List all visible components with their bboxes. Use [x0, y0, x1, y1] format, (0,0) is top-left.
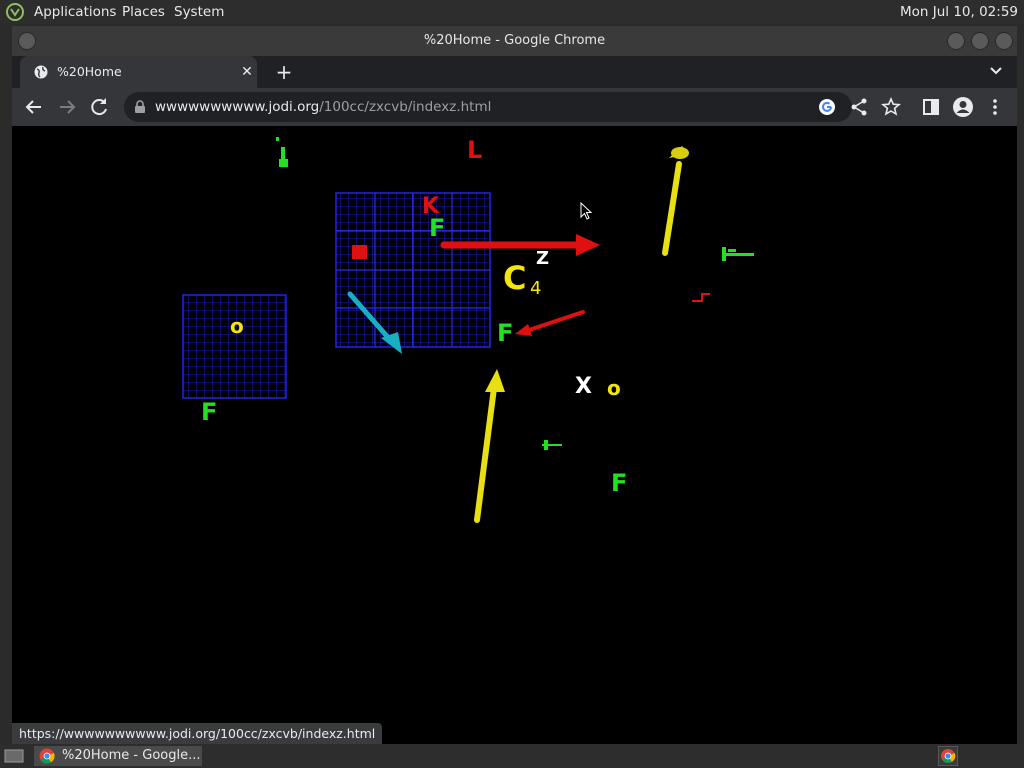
tab-home[interactable]: %20Home ✕: [20, 56, 257, 88]
chevron-down-icon[interactable]: [989, 64, 1003, 78]
blue-grid-large: [335, 192, 491, 348]
artwork-canvas: [182, 137, 754, 523]
close-tab-icon[interactable]: ✕: [237, 62, 257, 82]
status-bubble: https://wwwwwwwwww.jodi.org/100cc/zxcvb/…: [12, 723, 383, 744]
chrome-tray-icon[interactable]: [938, 746, 958, 766]
letter-x: X: [575, 374, 592, 399]
show-desktop-icon[interactable]: [4, 748, 24, 764]
letter-f: F: [611, 469, 628, 497]
lock-icon[interactable]: [134, 100, 146, 114]
letter-o: o: [230, 314, 244, 338]
window-title: %20Home - Google Chrome: [423, 33, 606, 48]
taskbar-chrome-window[interactable]: %20Home - Google...: [34, 746, 202, 766]
letter-l: L: [467, 136, 483, 164]
taskbar-window-label: %20Home - Google...: [62, 748, 201, 763]
minimize-icon[interactable]: [947, 32, 965, 50]
red-arrow-diagonal: [515, 310, 585, 336]
side-panel-icon[interactable]: [919, 95, 943, 119]
window-menu-icon[interactable]: [18, 32, 36, 50]
page-content: L K F C 4 Z F o F X o F https://wwwwwwww…: [12, 126, 1017, 744]
green-glyph-top: [276, 137, 288, 167]
profile-avatar-icon[interactable]: [951, 95, 975, 119]
letter-f: F: [497, 319, 514, 347]
forward-icon[interactable]: [55, 95, 79, 119]
red-step-glyph: [692, 293, 710, 302]
places-menu[interactable]: Places: [122, 4, 165, 20]
system-menu[interactable]: System: [174, 4, 224, 20]
url-text[interactable]: wwwwwwwwww.jodi.org/100cc/zxcvb/indexz.h…: [155, 99, 491, 115]
blue-grid-small: [182, 294, 287, 399]
applications-menu[interactable]: Applications: [34, 4, 116, 20]
close-window-icon[interactable]: [995, 32, 1013, 50]
new-tab-button[interactable]: +: [272, 60, 296, 84]
letter-o: o: [607, 376, 621, 400]
browser-window: %20Home - Google Chrome %20Home ✕ + wwww…: [12, 26, 1017, 744]
yellow-arrow-lower: [474, 369, 505, 523]
letter-c: C: [503, 259, 527, 297]
letter-f: F: [429, 214, 446, 242]
maximize-icon[interactable]: [971, 32, 989, 50]
green-glyph-right: [722, 247, 754, 261]
chrome-icon: [39, 748, 55, 764]
tab-title: %20Home: [57, 64, 122, 79]
distro-logo-icon[interactable]: [6, 3, 24, 21]
bookmark-star-icon[interactable]: [879, 95, 903, 119]
red-square: [352, 245, 367, 259]
green-glyph-small: [542, 440, 562, 450]
tab-strip: %20Home ✕ +: [12, 56, 1017, 88]
mouse-cursor-icon: [580, 202, 592, 220]
top-panel: Applications Places System Mon Jul 10, 0…: [0, 0, 1024, 24]
google-icon[interactable]: [815, 95, 839, 119]
globe-icon: [34, 65, 48, 79]
yellow-arrow-upper: [662, 146, 689, 256]
back-icon[interactable]: [22, 95, 46, 119]
address-bar[interactable]: wwwwwwwwww.jodi.org/100cc/zxcvb/indexz.h…: [124, 92, 852, 122]
more-menu-icon[interactable]: [983, 95, 1007, 119]
window-titlebar[interactable]: %20Home - Google Chrome: [12, 26, 1017, 56]
clock[interactable]: Mon Jul 10, 02:59: [900, 4, 1018, 20]
letter-f: F: [201, 398, 218, 426]
share-icon[interactable]: [847, 95, 871, 119]
reload-icon[interactable]: [87, 95, 111, 119]
letter-z: Z: [536, 248, 550, 269]
browser-toolbar: wwwwwwwwww.jodi.org/100cc/zxcvb/indexz.h…: [12, 88, 1017, 126]
bottom-panel: %20Home - Google...: [0, 744, 1024, 768]
letter-4: 4: [530, 278, 542, 299]
